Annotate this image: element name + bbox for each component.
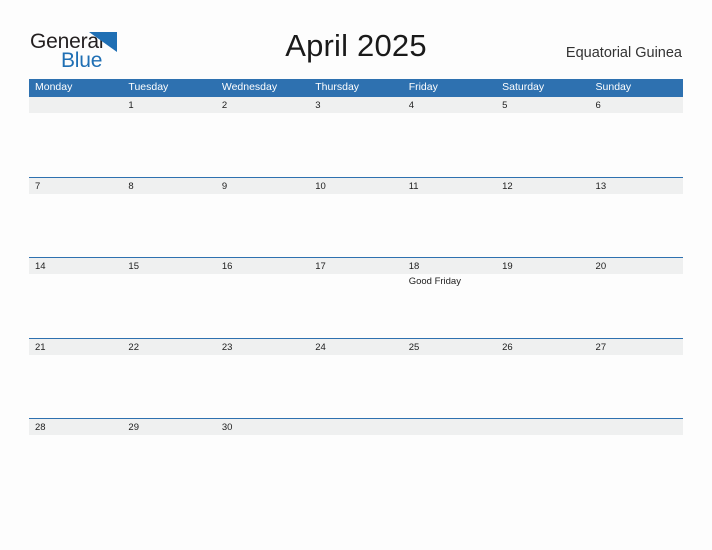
day-cell[interactable]: 16 (216, 258, 309, 338)
day-number: 4 (408, 100, 414, 111)
day-number: 20 (595, 261, 607, 272)
calendar-page: General Blue April 2025 Equatorial Guine… (0, 0, 712, 550)
day-number: 15 (128, 261, 139, 272)
day-cell[interactable]: 3 (309, 97, 402, 177)
day-cell[interactable]: 24 (309, 339, 402, 419)
day-number: 27 (595, 341, 607, 353)
calendar-week-row: 14 15 16 17 18 Good Friday 19 20 (29, 257, 683, 338)
day-number: 5 (502, 100, 508, 111)
day-cell[interactable]: 12 (496, 178, 589, 258)
day-number: 29 (128, 422, 139, 433)
day-cell[interactable]: 13 (590, 178, 683, 258)
day-number: 12 (502, 180, 513, 192)
day-number: 24 (315, 341, 326, 353)
day-event: Good Friday (408, 276, 461, 287)
day-number: 26 (502, 341, 513, 353)
day-number: 25 (408, 341, 420, 353)
day-cell-holiday[interactable]: 18 Good Friday (403, 258, 496, 338)
day-cell[interactable]: 19 (496, 258, 589, 338)
day-cell[interactable] (29, 97, 122, 177)
day-cell[interactable]: 1 (122, 97, 215, 177)
calendar-week-row: 28 29 30 (29, 418, 683, 499)
day-number: 10 (315, 180, 326, 192)
calendar-week-row: 1 2 3 4 5 6 (29, 96, 683, 177)
day-cell[interactable]: 9 (216, 178, 309, 258)
day-number: 2 (221, 100, 228, 111)
day-cell[interactable] (496, 419, 589, 499)
day-number: 14 (35, 261, 46, 272)
day-number: 23 (221, 341, 233, 353)
day-cell[interactable]: 5 (496, 97, 589, 177)
day-cell[interactable]: 17 (309, 258, 402, 338)
weekday-header-sunday: Sunday (595, 81, 632, 93)
day-number: 28 (35, 422, 46, 433)
day-number: 1 (128, 100, 134, 111)
day-number: 30 (221, 422, 233, 433)
day-cell[interactable]: 10 (309, 178, 402, 258)
day-number: 13 (595, 180, 607, 192)
day-cell[interactable]: 4 (403, 97, 496, 177)
day-number: 18 (408, 261, 420, 272)
calendar-week-row: 7 8 9 10 11 12 13 (29, 176, 683, 258)
day-number: 21 (35, 341, 46, 353)
day-cell[interactable]: 27 (590, 339, 683, 419)
day-cell[interactable]: 28 (29, 419, 122, 499)
calendar-grid: Monday Tuesday Wednesday Thursday Friday… (29, 79, 683, 499)
day-number: 22 (128, 341, 139, 353)
page-header: General Blue April 2025 Equatorial Guine… (0, 0, 712, 78)
day-cell[interactable]: 14 (29, 258, 122, 338)
day-cell[interactable] (309, 419, 402, 499)
weekday-header-saturday: Saturday (502, 81, 545, 93)
day-cell[interactable]: 20 (590, 258, 683, 338)
day-cell[interactable]: 8 (122, 178, 215, 258)
day-cell[interactable] (403, 419, 496, 499)
weekday-header-wednesday: Wednesday (221, 81, 278, 93)
day-cell[interactable]: 22 (122, 339, 215, 419)
day-cell[interactable]: 6 (590, 97, 683, 177)
calendar-week-row: 21 22 23 24 25 26 27 (29, 337, 683, 419)
day-cell[interactable]: 30 (216, 419, 309, 499)
day-cell[interactable]: 23 (216, 339, 309, 419)
day-cell[interactable]: 11 (403, 178, 496, 258)
day-number: 17 (315, 261, 326, 272)
weekday-header-row: Monday Tuesday Wednesday Thursday Friday… (29, 79, 683, 96)
day-cell[interactable]: 2 (216, 97, 309, 177)
day-cell[interactable]: 21 (29, 339, 122, 419)
day-cell[interactable]: 25 (403, 339, 496, 419)
day-number: 11 (408, 180, 419, 192)
day-number: 16 (221, 261, 233, 272)
day-cell[interactable] (590, 419, 683, 499)
day-number: 6 (595, 100, 601, 111)
day-number: 8 (128, 180, 134, 192)
day-number: 19 (502, 261, 513, 272)
weekday-header-monday: Monday (35, 81, 73, 93)
weekday-header-friday: Friday (408, 81, 438, 93)
day-cell[interactable]: 15 (122, 258, 215, 338)
day-cell[interactable]: 29 (122, 419, 215, 499)
country-label: Equatorial Guinea (565, 45, 682, 61)
day-number: 7 (35, 180, 41, 192)
day-cell[interactable]: 7 (29, 178, 122, 258)
day-number: 9 (221, 180, 228, 192)
weekday-header-thursday: Thursday (315, 81, 360, 93)
weekday-header-tuesday: Tuesday (128, 81, 169, 93)
day-number: 3 (315, 100, 321, 111)
day-cell[interactable]: 26 (496, 339, 589, 419)
